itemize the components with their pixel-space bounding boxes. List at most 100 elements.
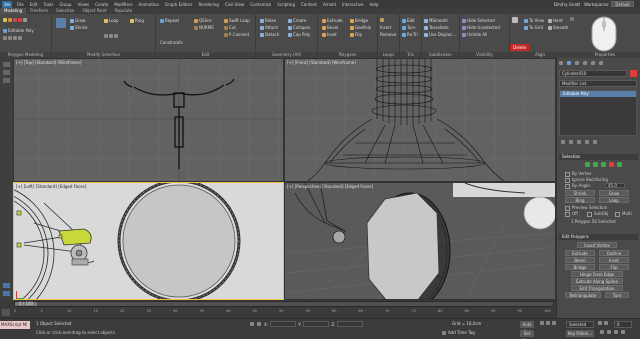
- loop-tools-icons[interactable]: [104, 34, 119, 38]
- show-end-icon[interactable]: [18, 36, 22, 40]
- attach-button[interactable]: Attach: [260, 25, 278, 30]
- maximize-viewport-icon[interactable]: [621, 330, 625, 334]
- arrow-up-icon[interactable]: [3, 36, 7, 40]
- hierarchy-tab-icon[interactable]: [575, 61, 579, 65]
- remove-modifier-icon[interactable]: [585, 140, 589, 144]
- collapse-button[interactable]: Collapse: [288, 25, 310, 30]
- viewport-label[interactable]: [+] [Front] [Standard] [Wireframe]: [287, 60, 356, 65]
- viewport-left[interactable]: [+] [Left] [Standard] [Edged Faces]: [13, 182, 284, 300]
- extrude-button[interactable]: Extrude: [322, 18, 343, 23]
- to-grid-button[interactable]: To Grid: [524, 25, 543, 30]
- vertex-icon[interactable]: [3, 18, 7, 22]
- modify-tab-icon[interactable]: [567, 61, 571, 65]
- edge-icon[interactable]: [8, 18, 12, 22]
- display-tab-icon[interactable]: [591, 61, 595, 65]
- next-frame-icon[interactable]: [598, 321, 602, 325]
- workspace-select[interactable]: Default: [611, 1, 634, 7]
- ring-button[interactable]: Ring: [130, 18, 144, 23]
- modifier-stack[interactable]: Editable Poly: [559, 90, 637, 136]
- bridge-cmd-button[interactable]: Bridge: [565, 264, 595, 270]
- pin-icon[interactable]: [13, 36, 17, 40]
- properties-extra-icons[interactable]: [570, 17, 575, 21]
- selected-set-dropdown[interactable]: Selected: [566, 321, 594, 328]
- y-coord-field[interactable]: [303, 321, 330, 327]
- turn-cmd-button[interactable]: Turn: [605, 292, 629, 298]
- polygon-level-icon[interactable]: [609, 162, 614, 167]
- absolute-mode-icon[interactable]: [257, 322, 261, 326]
- menu-item-create[interactable]: Create: [92, 2, 111, 7]
- grow-selection-icon[interactable]: [56, 18, 66, 28]
- explorer-layer-icon[interactable]: [3, 70, 10, 75]
- shrink-selection-button[interactable]: Shrink: [565, 190, 595, 196]
- menu-item-modifiers[interactable]: Modifiers: [111, 2, 135, 7]
- hinge-from-edge-button[interactable]: Hinge From Edge: [571, 271, 623, 277]
- nurms-button[interactable]: NURMS: [194, 25, 214, 30]
- insert-loop-button[interactable]: [380, 18, 385, 22]
- inset-cmd-button[interactable]: Inset: [599, 257, 629, 263]
- prev-frame-icon[interactable]: [546, 321, 550, 325]
- show-end-result-icon[interactable]: [569, 140, 573, 144]
- edit-poly-button[interactable]: Editable Poly: [3, 28, 34, 33]
- make-planar-button[interactable]: [512, 17, 519, 23]
- edge-level-icon[interactable]: [593, 162, 598, 167]
- insert-vertex-button[interactable]: Insert Vertex: [577, 242, 617, 248]
- use-displacement-button[interactable]: Use Displac...: [424, 32, 456, 37]
- stack-item-editable-poly[interactable]: Editable Poly: [560, 91, 636, 97]
- menu-item-customize[interactable]: Customize: [247, 2, 274, 7]
- arrow-down-icon[interactable]: [8, 36, 12, 40]
- extrude-cmd-button[interactable]: Extrude: [565, 250, 595, 256]
- swift-loop-button[interactable]: Swift Loop: [224, 18, 250, 23]
- border-icon[interactable]: [13, 18, 17, 22]
- grow-button[interactable]: Grow: [70, 18, 85, 23]
- play-icon[interactable]: [552, 321, 556, 325]
- viewport-front[interactable]: [+] [Front] [Standard] [Wireframe]: [284, 58, 556, 182]
- add-time-tag[interactable]: Add Time Tag: [442, 330, 475, 335]
- menu-item-content[interactable]: Content: [298, 2, 320, 7]
- timeline-ruler[interactable]: 0 5 10 15 20 25 30 35 40 45 50 55 60 65 70 75 80 85 90 95 10…: [14, 309, 554, 317]
- object-name-field[interactable]: Cylinder010: [559, 70, 627, 77]
- viewport-label[interactable]: [+] [Left] [Standard] [Edged Faces]: [16, 184, 86, 189]
- viewport-label[interactable]: [+] [Perspective] [Standard] [Edged Face…: [287, 184, 373, 189]
- edit-polygons-rollout-header[interactable]: Edit Polygons: [559, 234, 638, 240]
- viewport-perspective[interactable]: [+] [Perspective] [Standard] [Edged Face…: [284, 182, 556, 300]
- pin-stack-icon[interactable]: [561, 140, 565, 144]
- p-connect-button[interactable]: P Connect: [224, 32, 249, 37]
- relax-button[interactable]: Relax: [260, 18, 276, 23]
- menu-item-interactive[interactable]: Interactive: [339, 2, 367, 7]
- vertex-level-icon[interactable]: [585, 162, 590, 167]
- preview-multi-radio[interactable]: Multi: [615, 211, 632, 217]
- orbit-icon[interactable]: [614, 330, 618, 334]
- set-key-button[interactable]: Set Key: [520, 330, 534, 339]
- timeline[interactable]: 0 / 100 0 5 10 15 20 25 30 35 40 45 50 55 60 65 70 75 80…: [0, 300, 556, 318]
- cap-poly-button[interactable]: Cap Poly: [288, 32, 310, 37]
- properties-dropdown-icon[interactable]: [570, 17, 574, 21]
- qslice-button[interactable]: QSlice: [194, 18, 212, 23]
- viewport-label[interactable]: [+] [Top] [Standard] [Wireframe]: [16, 60, 81, 65]
- lock-selection-icon[interactable]: [250, 322, 254, 326]
- maxscript-listener[interactable]: MAXScript Mi: [0, 321, 30, 329]
- menu-item-civil-view[interactable]: Civil View: [222, 2, 247, 7]
- border-level-icon[interactable]: [601, 162, 606, 167]
- menu-item-rendering[interactable]: Rendering: [196, 2, 222, 7]
- loop-grow-icon[interactable]: [109, 34, 113, 38]
- ring-selection-button[interactable]: Ring: [565, 197, 595, 203]
- menu-item-file[interactable]: File: [14, 2, 27, 7]
- go-to-start-icon[interactable]: [540, 321, 544, 325]
- timeline-mini-icon[interactable]: [2, 309, 10, 316]
- menu-item-animation[interactable]: Animation: [136, 2, 162, 7]
- modifier-list-dropdown[interactable]: Modifier List: [559, 80, 637, 87]
- smooth-button[interactable]: Smooth: [548, 25, 568, 30]
- menu-item-scripting[interactable]: Scripting: [274, 2, 298, 7]
- user-name[interactable]: Dmitry Gnatt: [554, 2, 580, 7]
- tessellate-button[interactable]: Tessellate: [424, 25, 449, 30]
- menu-item-tools[interactable]: Tools: [40, 2, 56, 7]
- turn-button[interactable]: Turn: [402, 25, 415, 30]
- by-angle-input[interactable]: 45.0: [605, 183, 625, 188]
- bevel-cmd-button[interactable]: Bevel: [565, 257, 595, 263]
- unhide-all-button[interactable]: Unhide All: [462, 32, 487, 37]
- auto-key-button[interactable]: Auto Key: [520, 321, 534, 334]
- repeat-button[interactable]: Repeat: [160, 18, 179, 23]
- menu-item-graph-editors[interactable]: Graph Editors: [162, 2, 195, 7]
- utilities-tab-icon[interactable]: [599, 61, 603, 65]
- menu-item-help[interactable]: Help: [366, 2, 381, 7]
